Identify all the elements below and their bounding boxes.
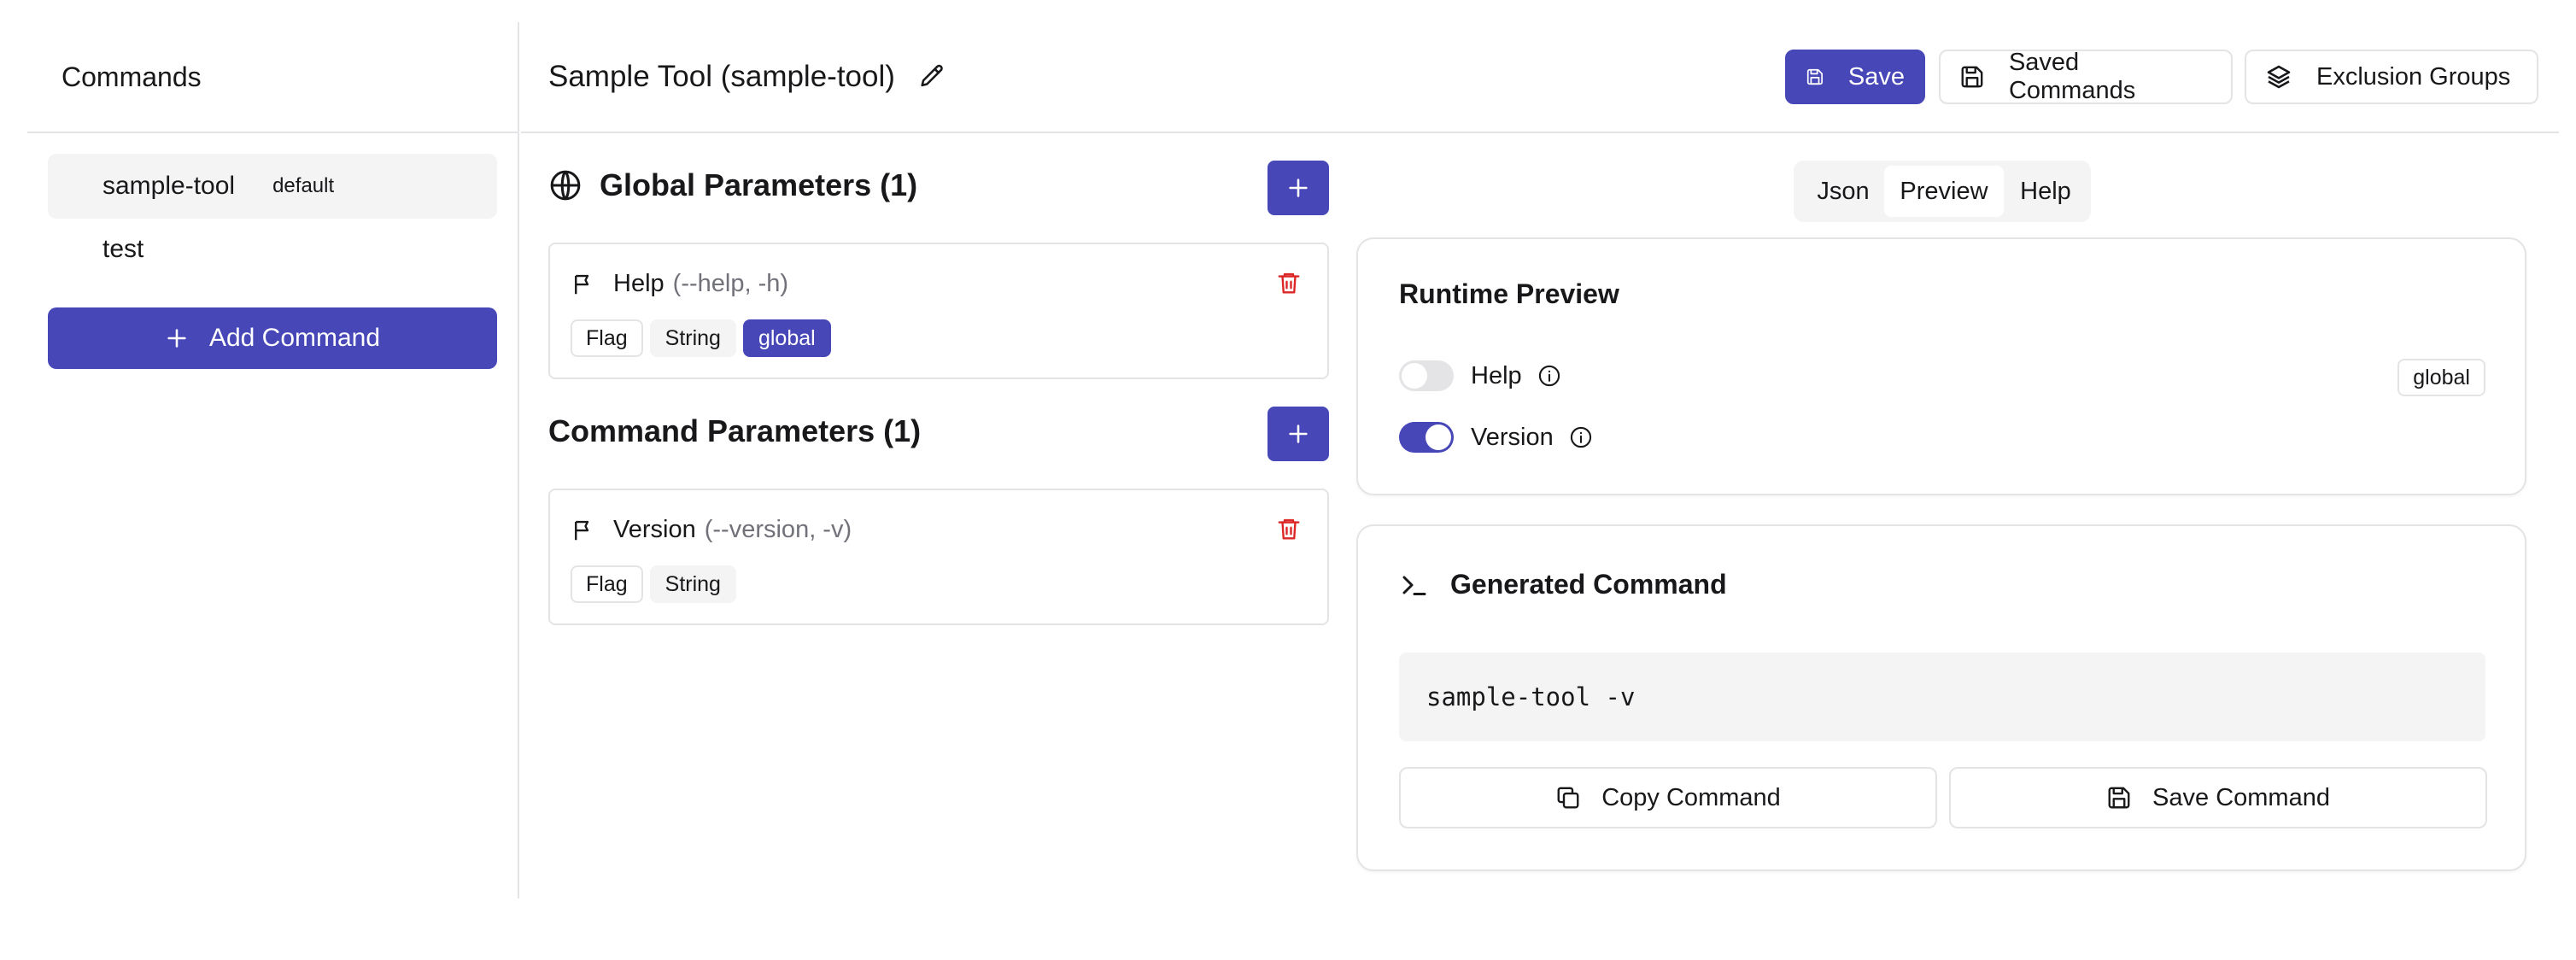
toggle-row-version: Version: [1399, 422, 1593, 453]
copy-icon: [1557, 787, 1579, 809]
globe-icon: [550, 170, 581, 201]
command-item-sample-tool[interactable]: sample-tool default: [48, 154, 497, 219]
help-info-button[interactable]: [1537, 364, 1561, 388]
copy-command-button[interactable]: Copy Command: [1399, 767, 1937, 828]
command-name: sample-tool: [102, 172, 236, 200]
add-command-parameter-button[interactable]: [1268, 407, 1329, 461]
trash-icon: [1278, 518, 1300, 540]
toggle-label: Version: [1471, 423, 1554, 451]
parameter-title: Version (--version, -v): [571, 516, 852, 544]
add-command-button[interactable]: Add Command: [48, 307, 497, 369]
parameter-alias: (--help, -h): [672, 270, 789, 297]
exclusion-groups-label: Exclusion Groups: [2316, 62, 2511, 91]
type-tag: Flag: [571, 565, 643, 603]
plus-icon: [167, 329, 186, 348]
runtime-preview-title: Runtime Preview: [1399, 278, 1619, 309]
tab-preview[interactable]: Preview: [1884, 166, 2004, 217]
version-info-button[interactable]: [1569, 425, 1593, 449]
exclusion-groups-button[interactable]: Exclusion Groups: [2245, 50, 2538, 104]
delete-parameter-button[interactable]: [1276, 270, 1302, 296]
scope-tag: global: [742, 319, 831, 357]
commands-sidebar: Commands sample-tool default test Add Co…: [27, 22, 519, 899]
command-item-test[interactable]: test: [48, 217, 497, 282]
generated-command-output[interactable]: sample-tool -v: [1399, 653, 2485, 741]
command-name: test: [102, 235, 144, 263]
generated-command-heading: Generated Command: [1399, 569, 1727, 600]
layers-icon: [2267, 65, 2291, 89]
save-label: Save: [1847, 62, 1905, 91]
parameter-name: Version: [613, 516, 696, 543]
plus-icon: [1289, 179, 1308, 197]
toggle-knob: [1402, 363, 1427, 389]
copy-command-label: Copy Command: [1601, 783, 1781, 811]
add-global-parameter-button[interactable]: [1268, 161, 1329, 215]
scope-badge: global: [2397, 359, 2485, 396]
parameter-tags: Flag String global: [571, 319, 838, 357]
info-icon: [1538, 365, 1560, 387]
default-badge: default: [272, 174, 335, 197]
plus-icon: [1289, 424, 1308, 443]
pencil-icon: [921, 64, 943, 87]
global-parameters-title: Global Parameters (1): [600, 167, 918, 202]
info-icon: [1570, 426, 1591, 448]
type-tag: Flag: [571, 319, 643, 357]
value-type-tag: String: [649, 319, 736, 357]
generated-command-card: Generated Command sample-tool -v Copy Co…: [1356, 524, 2526, 871]
toggle-label: Help: [1471, 361, 1522, 389]
toggle-knob: [1426, 424, 1451, 450]
command-parameters-title: Command Parameters (1): [548, 413, 922, 448]
save-command-label: Save Command: [2152, 783, 2330, 811]
value-type-tag: String: [649, 565, 736, 603]
tab-help[interactable]: Help: [2007, 166, 2084, 217]
save-command-button[interactable]: Save Command: [1949, 767, 2487, 828]
edit-title-button[interactable]: [917, 62, 946, 91]
sidebar-title: Commands: [27, 22, 518, 133]
tab-json[interactable]: Json: [1802, 166, 1884, 217]
parameter-card-help[interactable]: Help (--help, -h) Flag String global: [548, 243, 1329, 379]
parameter-alias: (--version, -v): [704, 516, 852, 543]
tool-title: Sample Tool (sample-tool): [548, 60, 895, 93]
app-root: Commands sample-tool default test Add Co…: [0, 0, 2576, 960]
flag-icon: [575, 274, 589, 294]
saved-commands-button[interactable]: Saved Commands: [1939, 49, 2233, 104]
saved-commands-label: Saved Commands: [2008, 49, 2136, 104]
add-command-label: Add Command: [208, 324, 381, 352]
view-tabs: Json Preview Help: [1794, 161, 2091, 222]
delete-parameter-button[interactable]: [1276, 516, 1302, 541]
global-parameters-heading: Global Parameters (1): [548, 167, 917, 203]
floppy-disk-icon: [1961, 66, 1983, 88]
command-parameters-heading: Command Parameters (1): [548, 413, 921, 449]
version-toggle[interactable]: [1399, 422, 1454, 453]
tool-title-group: Sample Tool (sample-tool): [548, 60, 946, 94]
runtime-preview-card: Runtime Preview Help global Version: [1356, 237, 2526, 495]
toggle-row-help: Help: [1399, 360, 1561, 391]
help-toggle[interactable]: [1399, 360, 1454, 391]
parameter-name: Help: [613, 270, 664, 297]
save-button[interactable]: Save: [1785, 50, 1925, 104]
floppy-disk-icon: [2108, 787, 2130, 809]
editor-header: Sample Tool (sample-tool) Save Saved Com…: [521, 22, 2559, 133]
terminal-icon: [1402, 576, 1426, 595]
floppy-disk-icon: [1806, 68, 1824, 85]
generated-command-title: Generated Command: [1450, 569, 1727, 600]
parameter-title: Help (--help, -h): [571, 270, 788, 298]
flag-icon: [575, 520, 589, 540]
trash-icon: [1278, 272, 1300, 294]
parameter-tags: Flag String: [571, 565, 743, 603]
parameter-card-version[interactable]: Version (--version, -v) Flag String: [548, 489, 1329, 625]
